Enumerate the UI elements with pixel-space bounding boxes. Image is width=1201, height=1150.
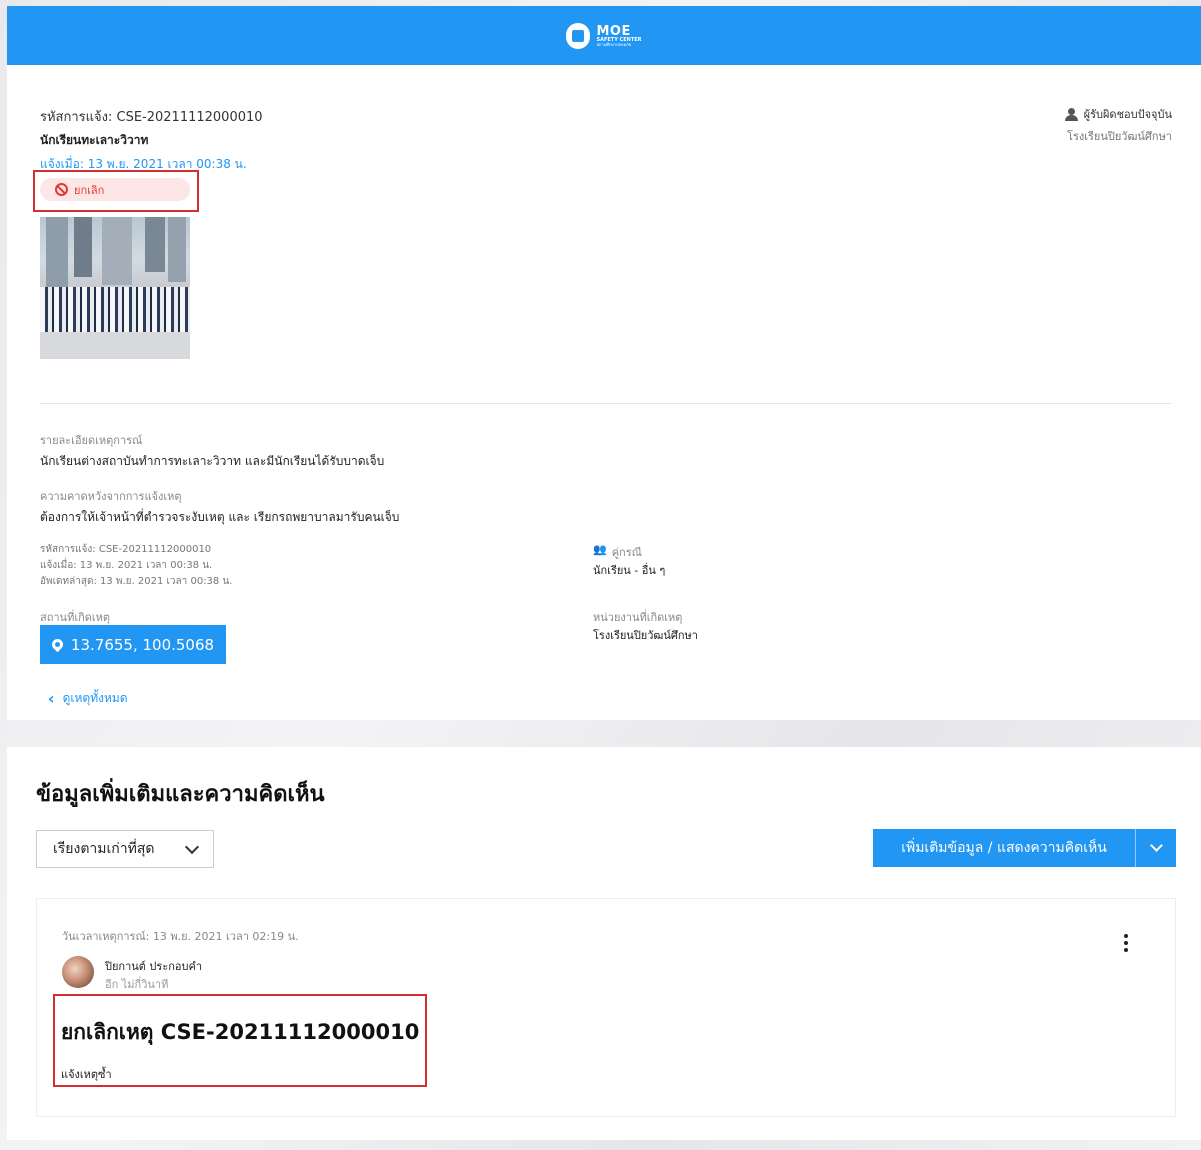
sort-value: เรียงตามเก่าที่สุด [53,841,155,857]
user-icon [1064,107,1078,121]
back-link-label: ดูเหตุทั้งหมด [62,691,128,705]
chevron-down-icon [1149,839,1163,852]
people-icon: 👥 [593,543,607,556]
comments-card: ข้อมูลเพิ่มเติมและความคิดเห็น เรียงตามเก… [7,747,1201,1140]
event-detail-label: รายละเอียดเหตุการณ์ [40,434,143,447]
comment-relative-time: อีก ไม่กี่วินาที [105,978,169,991]
chevron-down-icon [184,839,200,854]
comment-card: วันเวลาเหตุการณ์: 13 พ.ย. 2021 เวลา 02:1… [36,898,1176,1117]
highlight-box [53,994,427,1087]
party-value: นักเรียน - อื่น ๆ [593,564,666,577]
responsible-party: ผู้รับผิดชอบปัจจุบัน โรงเรียนปิยวัฒน์ศึก… [1064,105,1172,145]
expectation-label: ความคาดหวังจากการแจ้งเหตุ [40,490,182,503]
add-comment-button-group: เพิ่มเติมข้อมูล / แสดงความคิดเห็น [873,829,1176,867]
event-detail-value: นักเรียนต่างสถาบันทำการทะเลาะวิวาท และมี… [40,454,385,468]
sort-select[interactable]: เรียงตามเก่าที่สุด [36,830,214,868]
comment-user[interactable]: ปิยกานต์ ประกอบคำ [105,957,202,975]
case-detail-card: รหัสการแจ้ง: CSE-20211112000010 นักเรียน… [7,65,1201,720]
meta-code: รหัสการแจ้ง: CSE-20211112000010 [40,544,212,555]
case-title: นักเรียนทะเลาะวิวาท [40,133,149,147]
more-options-icon[interactable] [1124,934,1128,952]
expectation-value: ต้องการให้เจ้าหน้าที่ตำรวจระงับเหตุ และ … [40,510,400,524]
meta-reported: แจ้งเมื่อ: 13 พ.ย. 2021 เวลา 00:38 น. [40,560,213,571]
logo-main-text: MOE [596,23,631,39]
case-code: รหัสการแจ้ง: CSE-20211112000010 [40,110,263,125]
responsible-label: ผู้รับผิดชอบปัจจุบัน [1083,108,1172,121]
unit-value: โรงเรียนปิยวัฒน์ศึกษา [593,629,698,642]
back-to-all-link[interactable]: ‹ ดูเหตุทั้งหมด [48,689,128,708]
party-label-row: 👥 คู่กรณี [593,543,642,561]
avatar [62,956,94,988]
location-button[interactable]: 13.7655, 100.5068 [40,625,226,664]
location-label: สถานที่เกิดเหตุ [40,611,111,624]
top-header: MOE SAFETY CENTER สถานศึกษาปลอดภัย [7,6,1201,65]
section-title: ข้อมูลเพิ่มเติมและความคิดเห็น [36,782,325,807]
divider [40,403,1171,404]
comment-event-time: วันเวลาเหตุการณ์: 13 พ.ย. 2021 เวลา 02:1… [62,930,299,943]
responsible-org: โรงเรียนปิยวัฒน์ศึกษา [1067,130,1172,143]
chevron-left-icon: ‹ [48,689,55,708]
highlight-box [33,170,199,212]
party-label: คู่กรณี [611,546,642,559]
add-comment-dropdown[interactable] [1136,839,1176,852]
map-pin-icon [49,636,66,653]
moe-logo[interactable]: MOE SAFETY CENTER สถานศึกษาปลอดภัย [566,22,642,49]
logo-sub2-text: สถานศึกษาปลอดภัย [596,41,632,47]
meta-updated: อัพเดทล่าสุด: 13 พ.ย. 2021 เวลา 00:38 น. [40,576,233,587]
location-value: 13.7655, 100.5068 [70,635,215,654]
shield-icon [566,22,591,49]
add-comment-button[interactable]: เพิ่มเติมข้อมูล / แสดงความคิดเห็น [873,829,1136,867]
unit-label: หน่วยงานที่เกิดเหตุ [593,611,683,624]
incident-photo[interactable] [40,217,190,359]
